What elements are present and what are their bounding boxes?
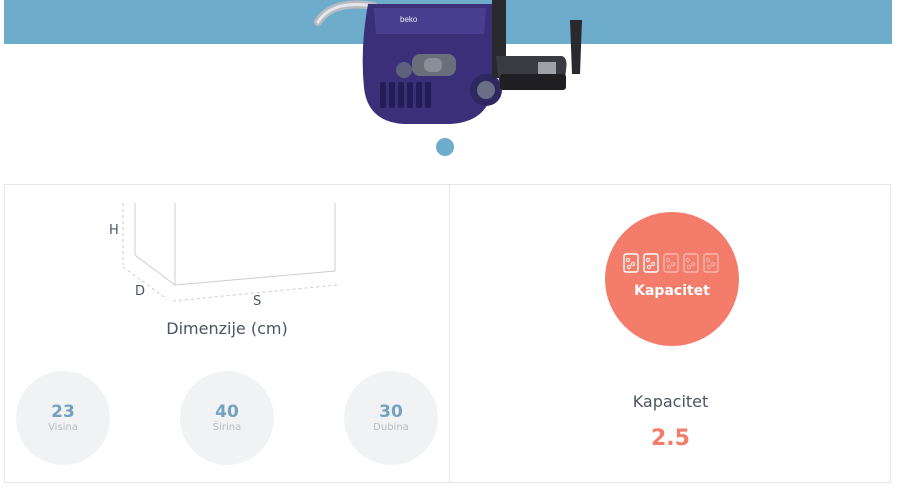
dimensions-title: Dimenzije (cm)	[166, 319, 288, 338]
depth-caption: Dubina	[373, 422, 409, 433]
depth-circle: 30 Dubina	[344, 371, 438, 465]
dimensions-section: H D S Dimenzije (cm) 23 Visina 40 Širina…	[5, 185, 449, 482]
capacity-section: Kapacitet Kapacitet 2.5	[450, 185, 891, 482]
height-caption: Visina	[48, 422, 78, 433]
depth-value: 30	[379, 402, 403, 422]
capacity-bag-icon	[663, 253, 679, 273]
capacity-bag-icon	[703, 253, 719, 273]
width-label: S	[253, 294, 261, 307]
dimensions-diagram: H D S	[109, 203, 338, 307]
height-value: 23	[51, 402, 75, 422]
product-image: beko	[314, 0, 582, 124]
width-circle: 40 Širina	[180, 371, 274, 465]
capacity-circle: Kapacitet	[605, 212, 739, 346]
height-circle: 23 Visina	[16, 371, 110, 465]
capacity-bag-icon	[643, 253, 659, 273]
capacity-circle-label: Kapacitet	[634, 283, 710, 299]
capacity-value: 2.5	[651, 426, 690, 451]
capacity-bag-icon	[683, 253, 699, 273]
brand-logo-text: beko	[400, 15, 418, 24]
capacity-bag-icon	[623, 253, 639, 273]
height-label: H	[109, 223, 119, 238]
depth-label: D	[135, 284, 145, 299]
capacity-title: Kapacitet	[632, 392, 709, 411]
gallery-dot-indicator[interactable]	[436, 138, 454, 156]
width-value: 40	[215, 402, 239, 422]
width-caption: Širina	[212, 422, 242, 433]
capacity-icons	[623, 253, 719, 273]
spec-panel: H D S Dimenzije (cm) 23 Visina 40 Širina…	[4, 184, 891, 483]
